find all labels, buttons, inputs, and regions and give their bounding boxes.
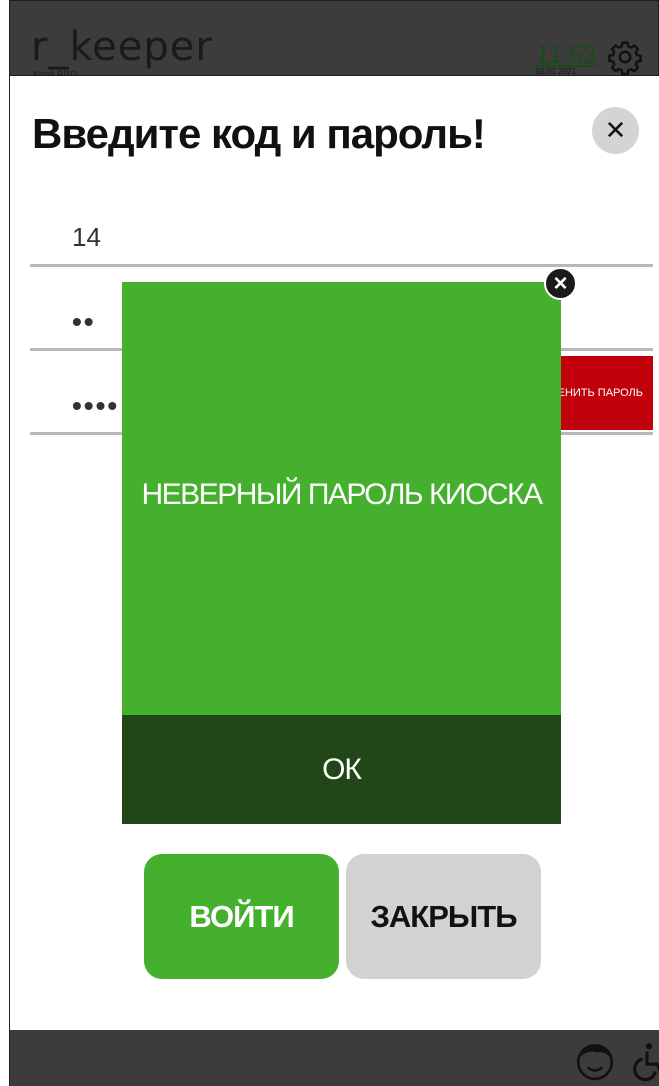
child-face-icon[interactable] xyxy=(574,1040,616,1082)
app-footer xyxy=(10,1030,659,1086)
close-icon: ✕ xyxy=(604,115,627,145)
login-button[interactable]: ВОЙТИ xyxy=(144,854,339,979)
wheelchair-icon[interactable] xyxy=(626,1040,659,1082)
clock-date: 01.01.2021 xyxy=(536,67,577,76)
app-name: r_keeper xyxy=(31,24,213,70)
kiosk-password-input[interactable]: •••• xyxy=(72,390,119,422)
ok-button[interactable]: ОК xyxy=(122,715,561,824)
gear-icon[interactable] xyxy=(607,39,643,75)
code-input[interactable]: 14 xyxy=(72,222,101,253)
modal-close-button[interactable]: × xyxy=(544,267,577,300)
password-input[interactable]: •• xyxy=(72,306,96,338)
close-icon: × xyxy=(553,269,568,297)
dialog-title: Введите код и пароль! xyxy=(32,110,486,157)
clock-time: 11:53 xyxy=(536,41,597,69)
dialog-close-button[interactable]: ✕ xyxy=(592,107,639,154)
error-modal: НЕВЕРНЫЙ ПАРОЛЬ КИОСКА ОК xyxy=(122,282,561,824)
error-message: НЕВЕРНЫЙ ПАРОЛЬ КИОСКА xyxy=(141,478,543,511)
left-edge xyxy=(0,0,10,1086)
close-button[interactable]: ЗАКРЫТЬ xyxy=(346,854,541,979)
app-header: r_keeper Kiosk PRO 11:53 01.01.2021 xyxy=(0,0,659,79)
